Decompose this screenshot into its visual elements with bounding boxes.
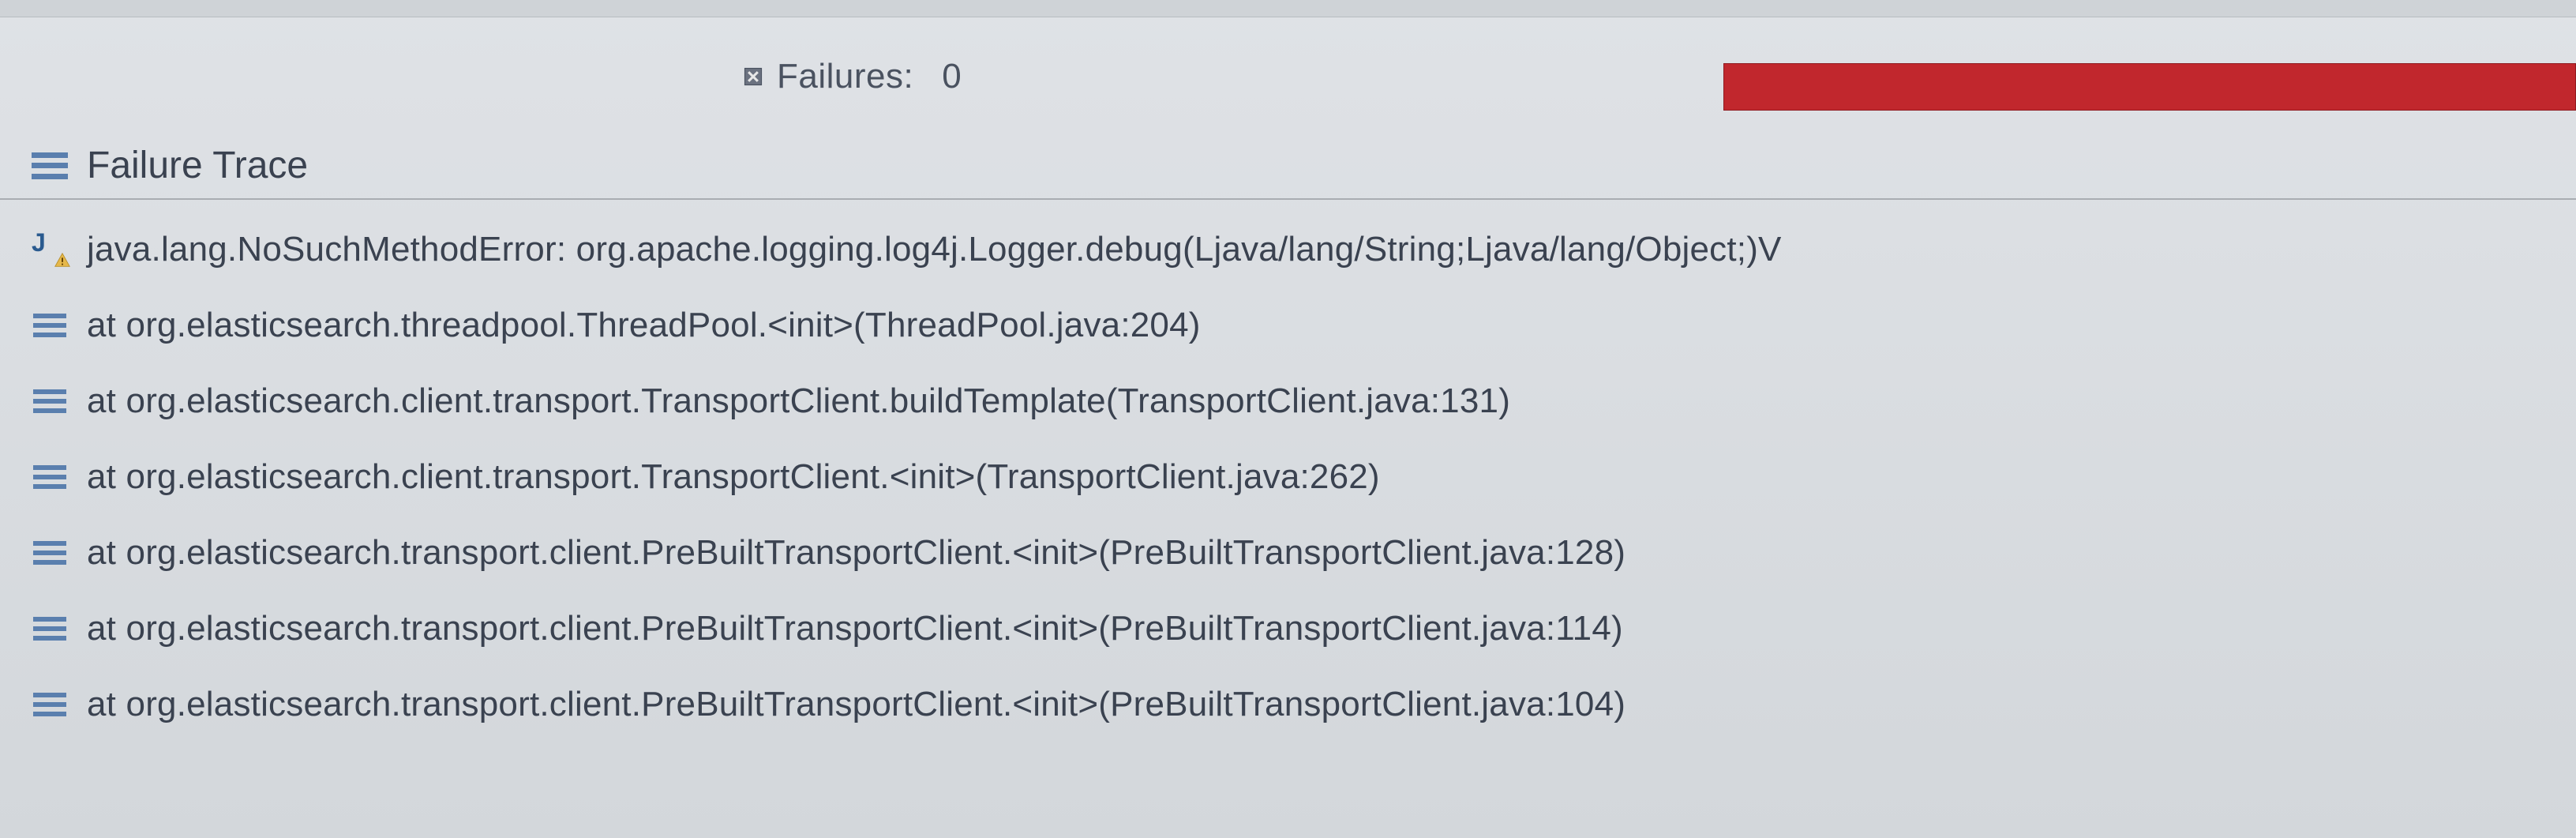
failures-label: Failures: [777,57,913,96]
trace-frame-text: at org.elasticsearch.client.transport.Tr… [87,457,1380,497]
trace-frame-row[interactable]: at org.elasticsearch.client.transport.Tr… [32,366,2544,437]
trace-frame-text: at org.elasticsearch.threadpool.ThreadPo… [87,306,1201,345]
trace-frame-text: at org.elasticsearch.client.transport.Tr… [87,381,1510,421]
java-exception-icon: J [32,231,68,268]
trace-exception-row[interactable]: J java.lang.NoSuchMethodError: org.apach… [32,214,2544,285]
stack-trace-icon [32,152,68,179]
test-status-row: Failures: 0 [0,17,2576,136]
stack-frame-icon [32,383,68,419]
stack-frame-icon [32,686,68,723]
trace-exception-text: java.lang.NoSuchMethodError: org.apache.… [87,230,1782,269]
trace-frame-text: at org.elasticsearch.transport.client.Pr… [87,533,1625,573]
failures-count: 0 [942,57,961,96]
failure-trace-header: Failure Trace [0,136,2576,200]
test-progress-bar [1723,63,2576,111]
failures-icon [742,66,764,88]
stack-frame-icon [32,611,68,647]
top-border-strip [0,0,2576,17]
stack-frame-icon [32,459,68,495]
failure-trace-title: Failure Trace [87,144,308,187]
junit-view: Failures: 0 Failure Trace J java.lang.No… [0,0,2576,838]
failure-trace-list: J java.lang.NoSuchMethodError: org.apach… [0,200,2576,838]
trace-frame-row[interactable]: at org.elasticsearch.transport.client.Pr… [32,517,2544,588]
trace-frame-row[interactable]: at org.elasticsearch.transport.client.Pr… [32,593,2544,664]
trace-frame-row[interactable]: at org.elasticsearch.client.transport.Tr… [32,442,2544,513]
trace-frame-text: at org.elasticsearch.transport.client.Pr… [87,609,1623,648]
trace-frame-text: at org.elasticsearch.transport.client.Pr… [87,685,1625,724]
trace-frame-row[interactable]: at org.elasticsearch.threadpool.ThreadPo… [32,290,2544,361]
trace-frame-row[interactable]: at org.elasticsearch.transport.client.Pr… [32,669,2544,740]
stack-frame-icon [32,535,68,571]
stack-frame-icon [32,307,68,344]
